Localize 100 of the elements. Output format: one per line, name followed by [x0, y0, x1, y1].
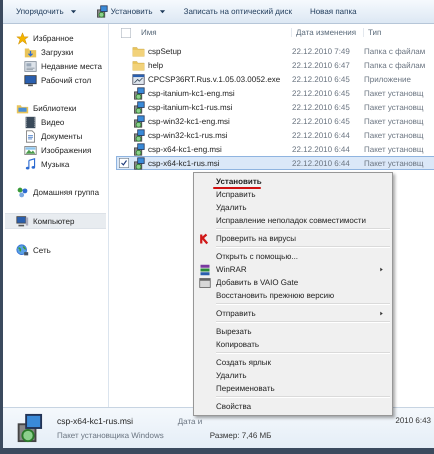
caret-icon	[158, 8, 166, 15]
menu-item[interactable]: Копировать	[194, 338, 392, 351]
menu-item[interactable]: Добавить в VAIO Gate	[194, 276, 392, 289]
file-size: Размер: 7,46 МБ	[210, 430, 272, 440]
file-type: Пакет установщ	[364, 130, 424, 140]
books-icon	[199, 264, 211, 276]
menu-item[interactable]: Восстановить прежнюю версию	[194, 289, 392, 302]
folder-icon	[24, 46, 37, 58]
date-modified: 22.12.2010 6:47	[292, 60, 351, 70]
installer-package-icon	[132, 156, 145, 170]
film-icon	[24, 116, 37, 128]
picture-icon	[24, 144, 37, 156]
file-name: help	[148, 60, 164, 70]
menu-item[interactable]: Вырезать	[194, 325, 392, 338]
file-type: Пакет установщ	[364, 144, 424, 154]
nav-item[interactable]: Библиотеки	[3, 101, 108, 115]
recent-places-icon	[24, 60, 37, 72]
nav-item[interactable]: Недавние места	[3, 59, 108, 73]
menu-item[interactable]: Свойства	[194, 400, 392, 413]
toolbar-button[interactable]: Записать на оптический диск	[178, 4, 297, 19]
file-name: cspSetup	[148, 46, 182, 56]
file-row[interactable]: csp-x64-kc1-rus.msi 22.12.2010 6:44 Пакет установщ	[116, 156, 434, 170]
file-row[interactable]: csp-itanium-kc1-eng.msi 22.12.2010 6:45 Пакет установщ	[109, 86, 434, 100]
music-note-icon	[24, 158, 37, 170]
computer-icon	[16, 214, 29, 228]
document-icon	[24, 130, 37, 142]
nav-item[interactable]: Избранное	[3, 31, 108, 45]
caret-icon	[70, 8, 77, 15]
nav-item[interactable]: Загрузки	[3, 45, 108, 59]
file-name: csp-win32-kc1-rus.msi	[148, 130, 228, 140]
date-modified: 22.12.2010 6:45	[292, 116, 351, 126]
folder-icon	[132, 58, 145, 72]
star-icon	[16, 32, 29, 44]
folder-icon	[132, 44, 145, 58]
file-row[interactable]: csp-x64-kc1-eng.msi 22.12.2010 6:44 Пакет установщ	[109, 142, 434, 156]
file-name: csp-itanium-kc1-eng.msi	[148, 88, 235, 98]
nav-item[interactable]: Рабочий стол	[3, 73, 108, 87]
column-header[interactable]: Тип	[364, 28, 382, 37]
file-type: Приложение	[364, 74, 411, 84]
nav-item[interactable]: Изображения	[3, 143, 108, 157]
application-icon	[132, 72, 145, 86]
submenu-arrow-icon	[379, 310, 384, 317]
file-row[interactable]: cspSetup 22.12.2010 7:49 Папка с файлам	[109, 44, 434, 58]
menu-item[interactable]: Переименовать	[194, 382, 392, 395]
date-modified: 22.12.2010 6:45	[292, 102, 351, 112]
menu-item[interactable]: Открыть с помощью...	[194, 250, 392, 263]
file-row[interactable]: csp-itanium-kc1-rus.msi 22.12.2010 6:45 Пакет установщ	[109, 100, 434, 114]
date-modified: 22.12.2010 6:44	[292, 144, 351, 154]
nav-item[interactable]: Компьютер	[5, 213, 106, 229]
menu-item[interactable]: Создать ярлык	[194, 356, 392, 369]
monitor-icon	[24, 74, 37, 86]
nav-item[interactable]: Видео	[3, 115, 108, 129]
file-type: Папка с файлам	[364, 46, 426, 56]
nav-item[interactable]: Сеть	[3, 243, 108, 257]
installer-package-icon	[132, 142, 145, 156]
date-label: Дата и	[178, 416, 204, 426]
file-name: csp-x64-kc1-eng.msi	[148, 144, 222, 154]
menu-item[interactable]: WinRAR	[194, 263, 392, 276]
k-letter-icon	[199, 232, 211, 244]
nav-item[interactable]: Домашняя группа	[3, 185, 108, 199]
menu-item[interactable]: Проверить на вирусы	[194, 232, 392, 245]
date-modified: 22.12.2010 6:45	[292, 74, 351, 84]
file-type: Пакет установщ	[364, 102, 424, 112]
nav-item[interactable]: Музыка	[3, 157, 108, 171]
installer-package-icon	[132, 86, 145, 100]
nav-item[interactable]: Документы	[3, 129, 108, 143]
installer-package-icon	[132, 114, 145, 128]
file-row[interactable]: csp-win32-kc1-rus.msi 22.12.2010 6:44 Пакет установщ	[109, 128, 434, 142]
select-all-checkbox[interactable]	[121, 28, 131, 38]
file-name: csp-win32-kc1-eng.msi	[148, 116, 230, 126]
toolbar-button[interactable]: Установить	[90, 2, 171, 21]
submenu-arrow-icon	[379, 266, 384, 273]
file-row[interactable]: csp-win32-kc1-eng.msi 22.12.2010 6:45 Пакет установщ	[109, 114, 434, 128]
menu-item[interactable]: Установить	[194, 175, 392, 188]
date-value: 2010 6:43	[395, 416, 431, 425]
window-icon	[199, 276, 211, 288]
menu-item[interactable]: Исправить	[194, 188, 392, 201]
file-name: csp-x64-kc1-rus.msi	[57, 416, 134, 426]
file-type: Пакет установщ	[364, 158, 424, 168]
toolbar-button[interactable]: Новая папка	[304, 4, 362, 19]
installer-package-icon	[94, 5, 108, 18]
menu-item[interactable]: Удалить	[194, 201, 392, 214]
file-row[interactable]: help 22.12.2010 6:47 Папка с файлам	[109, 58, 434, 72]
file-type: Папка с файлам	[364, 60, 426, 70]
date-modified: 22.12.2010 6:45	[292, 88, 351, 98]
menu-item[interactable]: Удалить	[194, 369, 392, 382]
installer-package-icon	[132, 100, 145, 114]
file-type: Пакет установщ	[364, 88, 424, 98]
file-name: csp-itanium-kc1-rus.msi	[148, 102, 232, 112]
checkbox[interactable]	[119, 158, 129, 168]
toolbar-button[interactable]: Упорядочить	[11, 4, 82, 19]
underline-mark	[213, 187, 261, 189]
installer-package-icon	[132, 128, 145, 142]
file-row[interactable]: CPCSP36RT.Rus.v.1.05.03.0052.exe 22.12.2010 6:45 Приложение	[109, 72, 434, 86]
column-header[interactable]: Дата изменения	[292, 28, 364, 37]
file-name: csp-x64-kc1-rus.msi	[148, 158, 220, 168]
menu-item[interactable]: Отправить	[194, 307, 392, 320]
file-type: Пакет установщ	[364, 116, 424, 126]
column-header[interactable]: Имя	[141, 28, 292, 37]
menu-item[interactable]: Исправление неполадок совместимости	[194, 214, 392, 227]
